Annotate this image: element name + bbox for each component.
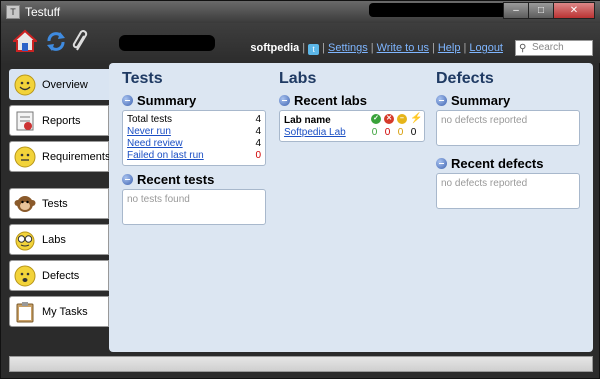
sidebar-item-label: Requirements <box>42 150 111 163</box>
logout-link[interactable]: Logout <box>469 42 503 54</box>
passed-icon: ✓ <box>371 114 381 124</box>
settings-link[interactable]: Settings <box>328 42 368 54</box>
never-run-link[interactable]: Never run <box>127 126 171 138</box>
tests-heading: Tests <box>122 70 163 87</box>
write-to-us-link[interactable]: Write to us <box>377 42 429 54</box>
lab-name-header: Lab name <box>284 115 331 126</box>
refresh-icon[interactable] <box>45 29 67 53</box>
failed-icon: ✕ <box>384 114 394 124</box>
passed-count: 0 <box>371 127 378 138</box>
failed-count: 0 <box>384 127 391 138</box>
recent-tests-title: Recent tests <box>122 172 266 187</box>
defects-column: Defects Summary no defects reported Rece… <box>436 70 580 209</box>
redacted-username <box>119 35 215 51</box>
empty-message: no defects reported <box>441 115 528 126</box>
sidebar-item-label: Labs <box>42 233 66 246</box>
attachment-icon[interactable] <box>71 29 91 53</box>
sidebar-item-label: Defects <box>42 269 80 282</box>
labs-heading: Labs <box>279 70 317 87</box>
redaction-bar <box>369 3 509 17</box>
toolbar: softpedia | t | Settings | Write to us | Help | Lo… <box>1 23 600 63</box>
summary-row-total: Total tests 4 <box>127 114 261 126</box>
sidebar-item-requirements[interactable]: Requirements <box>9 141 111 172</box>
summary-row-failed: Failed on last run 0 <box>127 150 261 162</box>
twitter-icon[interactable]: t <box>308 44 320 55</box>
maximize-button[interactable]: □ <box>528 2 554 19</box>
lab-row: Softpedia Lab 0 0 0 0 <box>284 127 420 139</box>
app-window: T Testuff – □ ✕ softpedia | t | Settings | Wri… <box>0 0 600 379</box>
recent-labs-title: Recent labs <box>279 93 425 108</box>
summary-value: 4 <box>255 126 261 137</box>
defects-heading: Defects <box>436 70 494 87</box>
sidebar-item-label: Overview <box>42 78 88 91</box>
labs-column: Labs Recent labs Lab name ✓ ✕ – ⚡ Softpe… <box>279 70 425 142</box>
blocked-icon: – <box>397 114 407 124</box>
sidebar-item-label: Reports <box>42 114 81 127</box>
home-icon[interactable] <box>13 29 37 53</box>
sidebar-item-label: Tests <box>42 197 68 210</box>
summary-value: 4 <box>255 114 261 125</box>
sidebar-item-tests[interactable]: Tests <box>9 188 109 219</box>
blocked-count: 0 <box>397 127 404 138</box>
sidebar-item-reports[interactable]: Reports <box>9 105 109 136</box>
summary-row-need-review: Need review 4 <box>127 138 261 150</box>
lab-link[interactable]: Softpedia Lab <box>284 127 346 139</box>
other-count: 0 <box>410 127 417 138</box>
window-controls: – □ ✕ <box>503 2 595 19</box>
status-bar <box>9 356 593 372</box>
defects-summary-box: no defects reported <box>436 110 580 146</box>
app-icon: T <box>6 5 20 19</box>
smiley-icon <box>14 146 36 167</box>
search-input[interactable]: ⚲ Search <box>515 40 593 56</box>
sidebar-item-my-tasks[interactable]: My Tasks <box>9 296 109 327</box>
defects-summary-title: Summary <box>436 93 580 108</box>
recent-labs-box: Lab name ✓ ✕ – ⚡ Softpedia Lab 0 0 0 0 <box>279 110 425 142</box>
monkey-icon <box>14 195 36 212</box>
collapse-icon[interactable] <box>122 95 133 106</box>
labs-header-row: Lab name ✓ ✕ – ⚡ <box>284 113 423 127</box>
clipboard-icon <box>16 301 34 322</box>
recent-defects-box: no defects reported <box>436 173 580 209</box>
collapse-icon[interactable] <box>279 95 290 106</box>
lightning-icon: ⚡ <box>410 113 423 124</box>
empty-message: no defects reported <box>441 178 528 189</box>
collapse-icon[interactable] <box>436 95 447 106</box>
tests-summary-box: Total tests 4 Never run 4 Need review 4 … <box>122 110 266 166</box>
sidebar-item-defects[interactable]: Defects <box>9 260 109 291</box>
tests-summary-title: Summary <box>122 93 266 108</box>
recent-defects-title: Recent defects <box>436 156 580 171</box>
empty-message: no tests found <box>127 194 190 205</box>
minimize-button[interactable]: – <box>503 2 529 19</box>
dashboard-panel: Tests Summary Total tests 4 Never run 4 … <box>109 63 593 352</box>
close-button[interactable]: ✕ <box>553 2 595 19</box>
summary-value: 0 <box>255 150 261 161</box>
search-placeholder: Search <box>532 42 564 53</box>
summary-label: Total tests <box>127 114 173 125</box>
summary-row-never-run: Never run 4 <box>127 126 261 138</box>
sidebar-item-label: My Tasks <box>42 305 88 318</box>
user-links: softpedia | t | Settings | Write to us | Help | Lo… <box>250 42 503 55</box>
glasses-icon <box>15 231 35 250</box>
title-bar[interactable]: T Testuff – □ ✕ <box>1 1 600 23</box>
report-icon <box>16 111 34 130</box>
tests-column: Tests Summary Total tests 4 Never run 4 … <box>122 70 266 225</box>
collapse-icon[interactable] <box>122 174 133 185</box>
smiley-icon <box>14 74 36 95</box>
summary-value: 4 <box>255 138 261 149</box>
sidebar-item-overview[interactable]: Overview <box>9 69 111 100</box>
sidebar-item-labs[interactable]: Labs <box>9 224 109 255</box>
search-icon: ⚲ <box>519 43 527 54</box>
need-review-link[interactable]: Need review <box>127 138 183 150</box>
help-link[interactable]: Help <box>438 42 461 54</box>
username: softpedia <box>250 42 300 54</box>
window-title: Testuff <box>25 5 61 19</box>
bug-icon <box>14 265 36 286</box>
failed-on-last-run-link[interactable]: Failed on last run <box>127 150 204 162</box>
recent-tests-box: no tests found <box>122 189 266 225</box>
collapse-icon[interactable] <box>436 158 447 169</box>
